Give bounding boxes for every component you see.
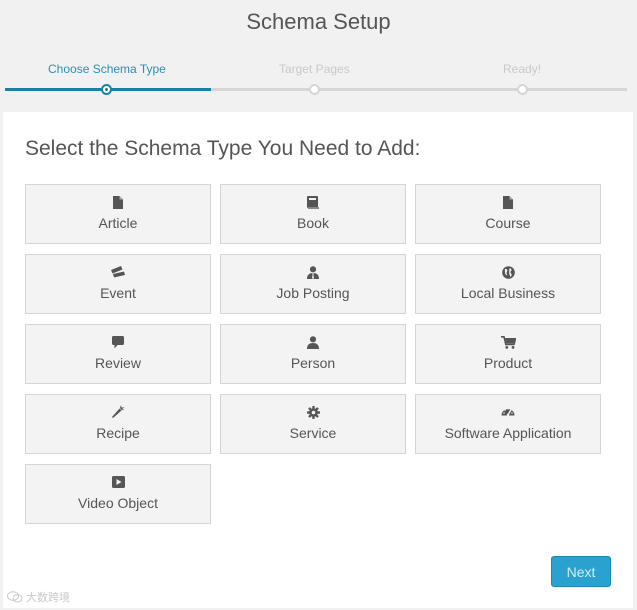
gear-icon [221,405,405,419]
comment-icon [26,335,210,349]
next-button[interactable]: Next [551,556,611,587]
user-icon [221,335,405,349]
page-title: Schema Setup [246,9,391,34]
schema-tile-event[interactable]: Event [25,254,211,314]
schema-tile-product[interactable]: Product [415,324,601,384]
carrot-icon [26,405,210,419]
tile-label: Recipe [96,425,140,441]
document-icon [26,195,210,209]
schema-tile-recipe[interactable]: Recipe [25,394,211,454]
tile-label: Event [100,285,136,301]
tile-label: Person [290,355,336,371]
panel-heading: Select the Schema Type You Need to Add: [25,137,421,160]
schema-tile-service[interactable]: Service [220,394,406,454]
user-tie-icon [221,265,405,279]
watermark: 大数跨境 [7,589,70,605]
play-icon [26,475,210,489]
tile-label: Product [483,355,533,371]
globe-icon [416,265,600,279]
schema-tile-book[interactable]: Book [220,184,406,244]
tile-label: Book [297,215,329,231]
cart-icon [416,335,600,349]
tile-label: Job Posting [276,285,350,301]
step-target-pages[interactable]: Target Pages [279,62,350,76]
schema-tile-article[interactable]: Article [25,184,211,244]
schema-tile-review[interactable]: Review [25,324,211,384]
tile-label: Local Business [460,285,556,301]
tile-label: Article [98,215,138,231]
schema-type-panel: Select the Schema Type You Need to Add: … [3,112,633,608]
step-ready[interactable]: Ready! [503,62,541,76]
step-dot-2 [309,84,320,95]
tile-label: Service [289,425,337,441]
progress-steps: Choose Schema Type Target Pages Ready! [0,62,637,102]
tickets-icon [26,265,210,279]
schema-tile-video-object[interactable]: Video Object [25,464,211,524]
document-icon [416,195,600,209]
wechat-logo-icon [7,591,23,603]
schema-tile-local-business[interactable]: Local Business [415,254,601,314]
tile-label: Software Application [444,425,572,441]
tile-label: Review [95,355,141,371]
schema-tile-software-application[interactable]: Software Application [415,394,601,454]
tile-label: Video Object [78,495,158,511]
step-dot-1 [101,84,112,95]
tile-label: Course [485,215,531,231]
step-dot-3 [517,84,528,95]
watermark-text: 大数跨境 [26,592,70,604]
schema-tile-course[interactable]: Course [415,184,601,244]
schema-tile-person[interactable]: Person [220,324,406,384]
book-icon [221,195,405,209]
gauge-icon [416,405,600,419]
schema-tile-job-posting[interactable]: Job Posting [220,254,406,314]
wizard-header: Schema Setup Choose Schema Type Target P… [0,0,637,112]
step-choose-schema-type[interactable]: Choose Schema Type [48,62,166,76]
